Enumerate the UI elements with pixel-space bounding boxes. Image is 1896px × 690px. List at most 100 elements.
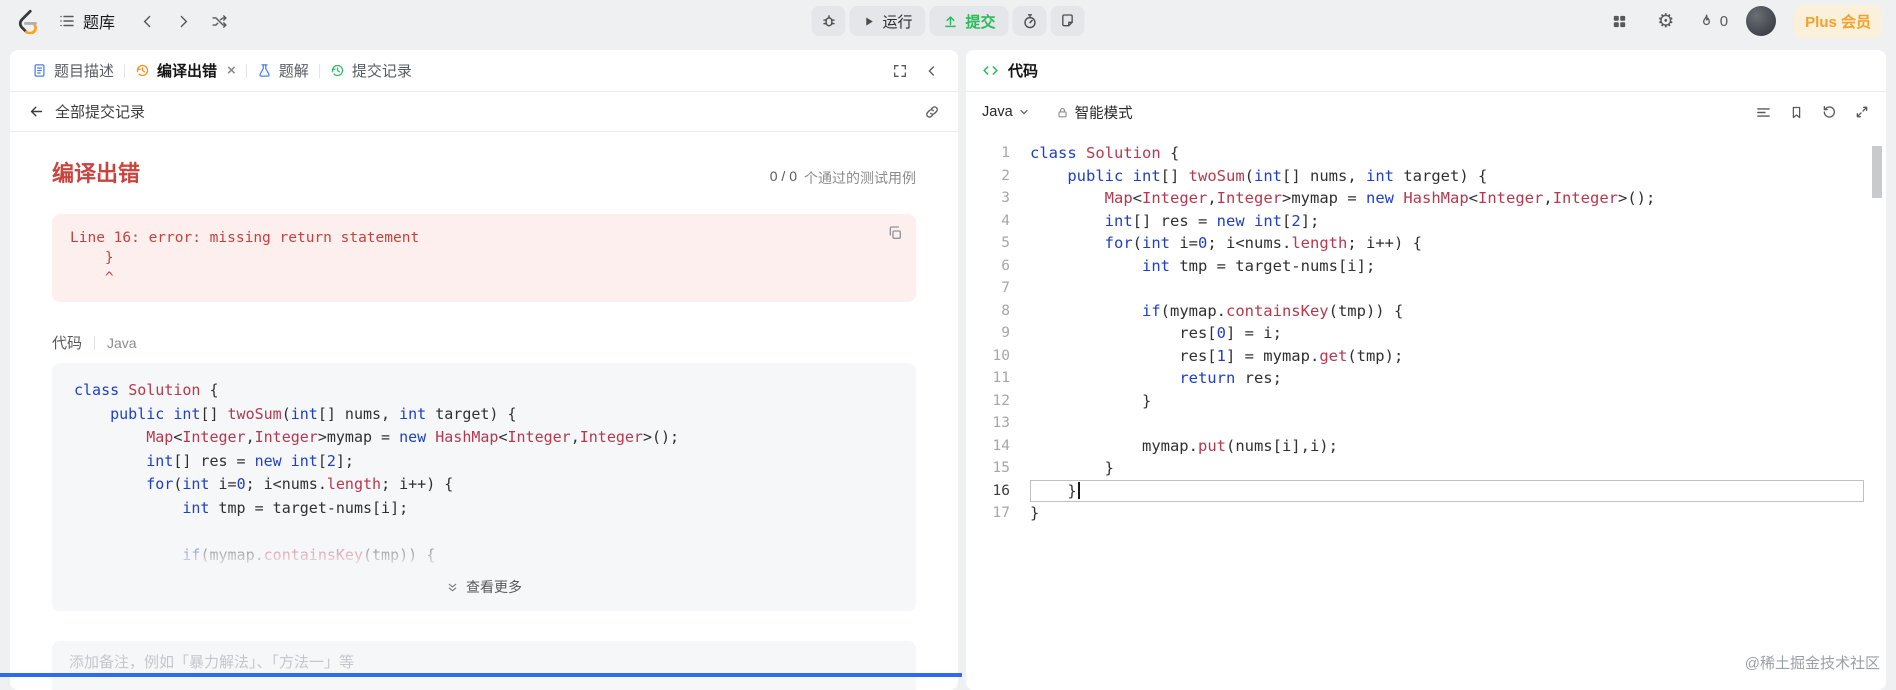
flask-icon <box>257 63 272 78</box>
code-editor[interactable]: 1class Solution {2 public int[] twoSum(i… <box>966 132 1886 525</box>
problem-list-label: 题库 <box>83 9 115 33</box>
line-content: } <box>1030 480 1864 503</box>
bottom-accent-bar <box>0 673 962 677</box>
note-icon <box>1060 13 1076 29</box>
code-line[interactable]: 8 if(mymap.containsKey(tmp)) { <box>966 300 1886 323</box>
play-icon <box>862 15 875 28</box>
run-label: 运行 <box>882 11 912 32</box>
expand-editor-icon[interactable] <box>1854 104 1870 120</box>
code-line[interactable]: 3 Map<Integer,Integer>mymap = new HashMa… <box>966 187 1886 210</box>
language-select[interactable]: Java <box>982 104 1030 120</box>
history-icon <box>135 63 150 78</box>
line-number: 11 <box>966 367 1010 390</box>
line-content: for(int i=0; i<nums.length; i++) { <box>1030 232 1864 255</box>
compile-error-output: Line 16: error: missing return statement… <box>52 214 916 302</box>
view-more-button[interactable]: 查看更多 <box>74 567 894 605</box>
code-line[interactable]: 6 int tmp = target-nums[i]; <box>966 255 1886 278</box>
submissions-breadcrumb: 全部提交记录 <box>10 92 958 132</box>
line-content: class Solution { <box>74 381 219 399</box>
code-line: if(mymap.containsKey(tmp)) { <box>74 544 894 568</box>
line-number: 16 <box>966 480 1010 503</box>
close-icon[interactable]: × <box>227 62 236 79</box>
plus-member-button[interactable]: Plus 会员 <box>1794 5 1882 38</box>
tab-compile-error[interactable]: 编译出错 × <box>125 50 246 91</box>
line-content: Map<Integer,Integer>mymap = new HashMap<… <box>1030 187 1864 210</box>
list-icon <box>58 12 76 30</box>
code-line[interactable]: 2 public int[] twoSum(int[] nums, int ta… <box>966 165 1886 188</box>
line-number: 3 <box>966 187 1010 210</box>
reset-code-icon[interactable] <box>1821 104 1837 120</box>
shuffle-icon[interactable] <box>205 7 233 35</box>
apps-grid-icon[interactable] <box>1606 7 1634 35</box>
code-line[interactable]: 16 } <box>966 480 1886 503</box>
leetcode-logo-icon[interactable] <box>14 8 40 34</box>
tab-problem-description[interactable]: 题目描述 <box>22 50 124 91</box>
note-input[interactable] <box>69 654 899 671</box>
code-line <box>74 520 894 544</box>
streak-counter[interactable]: 0 <box>1698 13 1728 30</box>
line-content: } <box>1030 457 1864 480</box>
passed-suffix: 个通过的测试用例 <box>804 168 916 188</box>
back-to-submissions-link[interactable]: 全部提交记录 <box>55 101 145 122</box>
code-line[interactable]: 4 int[] res = new int[2]; <box>966 210 1886 233</box>
code-label: 代码 <box>52 332 82 353</box>
code-line[interactable]: 13 <box>966 412 1886 435</box>
line-content: return res; <box>1030 367 1864 390</box>
line-number: 14 <box>966 435 1010 458</box>
tab-label: 题目描述 <box>54 60 114 81</box>
line-number: 5 <box>966 232 1010 255</box>
code-line[interactable]: 12 } <box>966 390 1886 413</box>
format-code-icon[interactable] <box>1755 104 1772 121</box>
line-content: res[1] = mymap.get(tmp); <box>1030 345 1864 368</box>
language-value: Java <box>982 104 1013 120</box>
collapse-panel-icon[interactable] <box>924 63 940 79</box>
note-input-box[interactable] <box>52 641 916 690</box>
code-line[interactable]: 1class Solution { <box>966 142 1886 165</box>
code-line[interactable]: 15 } <box>966 457 1886 480</box>
code-line[interactable]: 11 return res; <box>966 367 1886 390</box>
problem-list-button[interactable]: 题库 <box>48 4 125 38</box>
run-button[interactable]: 运行 <box>849 6 925 36</box>
tab-submissions[interactable]: 提交记录 <box>320 50 422 91</box>
code-language-label: Java <box>107 335 137 351</box>
fullscreen-icon[interactable] <box>892 63 908 79</box>
code-line[interactable]: 9 res[0] = i; <box>966 322 1886 345</box>
tab-solutions[interactable]: 题解 <box>247 50 319 91</box>
line-content: if(mymap.containsKey(tmp)) { <box>1030 300 1864 323</box>
debug-button[interactable] <box>811 6 845 36</box>
smart-mode-toggle[interactable]: 智能模式 <box>1056 102 1133 123</box>
line-content: Map<Integer,Integer>mymap = new HashMap<… <box>74 428 679 446</box>
notes-button[interactable] <box>1051 6 1085 36</box>
timer-button[interactable] <box>1013 6 1047 36</box>
code-line[interactable]: 17} <box>966 502 1886 525</box>
code-line[interactable]: 7 <box>966 277 1886 300</box>
settings-gear-icon[interactable]: ⚙ <box>1652 7 1680 35</box>
prev-problem-button[interactable] <box>133 7 161 35</box>
line-content <box>1030 412 1864 435</box>
avatar[interactable] <box>1746 6 1776 36</box>
tab-label: 编译出错 <box>157 60 217 81</box>
code-line: class Solution { <box>74 379 894 403</box>
editor-scrollbar[interactable] <box>1872 146 1882 198</box>
error-message: Line 16: error: missing return statement… <box>70 228 898 288</box>
line-content: public int[] twoSum(int[] nums, int targ… <box>74 405 517 423</box>
back-arrow-icon[interactable] <box>28 103 45 120</box>
link-icon[interactable] <box>924 104 940 120</box>
line-content: int tmp = target-nums[i]; <box>1030 255 1864 278</box>
code-section-header: 代码 Java <box>52 332 916 353</box>
submit-button[interactable]: 提交 <box>930 6 1009 36</box>
view-more-label: 查看更多 <box>466 577 522 597</box>
code-line: public int[] twoSum(int[] nums, int targ… <box>74 403 894 427</box>
code-line[interactable]: 10 res[1] = mymap.get(tmp); <box>966 345 1886 368</box>
line-content: } <box>1030 502 1864 525</box>
next-problem-button[interactable] <box>169 7 197 35</box>
line-number: 8 <box>966 300 1010 323</box>
code-line[interactable]: 5 for(int i=0; i<nums.length; i++) { <box>966 232 1886 255</box>
bookmark-icon[interactable] <box>1789 105 1804 120</box>
copy-icon[interactable] <box>887 225 903 241</box>
submitted-code-preview: class Solution { public int[] twoSum(int… <box>52 363 916 611</box>
watermark: @稀土掘金技术社区 <box>1745 652 1880 673</box>
text-caret <box>1078 482 1080 499</box>
code-line[interactable]: 14 mymap.put(nums[i],i); <box>966 435 1886 458</box>
line-number: 12 <box>966 390 1010 413</box>
